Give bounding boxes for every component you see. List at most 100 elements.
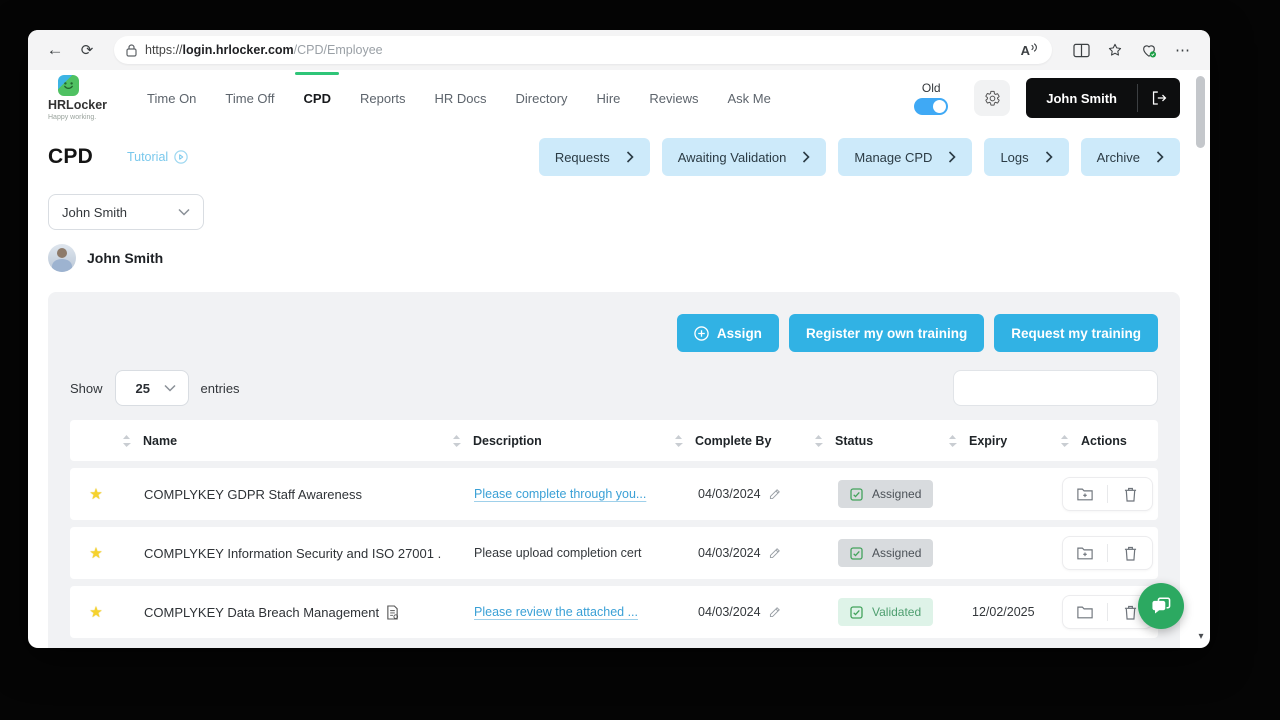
nav-item-reports[interactable]: Reports <box>360 91 406 106</box>
training-name: COMPLYKEY Data Breach Management <box>144 605 399 620</box>
chevron-down-icon <box>178 208 190 216</box>
read-aloud-icon[interactable]: A <box>1017 43 1042 58</box>
page-scrollbar[interactable]: ▾ <box>1195 74 1207 644</box>
archive-button[interactable]: Archive <box>1081 138 1180 176</box>
request-training-button[interactable]: Request my training <box>994 314 1158 352</box>
split-screen-icon[interactable] <box>1068 37 1094 63</box>
back-icon[interactable]: ← <box>42 37 68 63</box>
nav-item-directory[interactable]: Directory <box>516 91 568 106</box>
sort-icon[interactable] <box>814 435 823 447</box>
page-size-select[interactable]: 25 <box>115 370 189 406</box>
status-badge: Assigned <box>838 480 933 508</box>
chat-icon <box>1149 594 1173 618</box>
list-controls: Show 25 entries <box>70 370 1158 406</box>
edit-pencil-icon[interactable] <box>768 488 781 501</box>
browser-essentials-icon[interactable] <box>1136 37 1162 63</box>
add-to-folder-icon[interactable] <box>1063 536 1107 570</box>
nav-item-time-on[interactable]: Time On <box>147 91 196 106</box>
training-description-link[interactable]: Please review the attached ... <box>474 605 638 619</box>
attached-document-icon <box>386 605 399 620</box>
page-content: CPD Tutorial Requests Awaiting Validatio… <box>28 126 1210 648</box>
chevron-right-icon <box>626 151 634 163</box>
training-description-link[interactable]: Please complete through you... <box>474 487 646 501</box>
trash-icon[interactable] <box>1108 477 1152 511</box>
search-box <box>953 370 1158 406</box>
edit-pencil-icon[interactable] <box>768 606 781 619</box>
column-header-complete-by[interactable]: Complete By <box>695 434 771 448</box>
assign-button[interactable]: Assign <box>677 314 779 352</box>
complete-by-date: 04/03/2024 <box>698 605 761 619</box>
chat-widget-button[interactable] <box>1138 583 1184 629</box>
register-training-button[interactable]: Register my own training <box>789 314 984 352</box>
scroll-down-arrow-icon[interactable]: ▾ <box>1195 631 1207 642</box>
scrollbar-thumb[interactable] <box>1196 76 1205 148</box>
trash-icon[interactable] <box>1108 536 1152 570</box>
user-menu-button[interactable]: John Smith <box>1026 78 1180 118</box>
old-version-toggle[interactable] <box>914 98 948 115</box>
nav-item-ask-me[interactable]: Ask Me <box>728 91 771 106</box>
browser-window: ← ⟳ https://login.hrlocker.com/CPD/Emplo… <box>28 30 1210 648</box>
settings-button[interactable] <box>974 80 1010 116</box>
manage-cpd-button[interactable]: Manage CPD <box>838 138 972 176</box>
favorite-star-icon[interactable]: ★ <box>89 485 102 503</box>
requests-button[interactable]: Requests <box>539 138 650 176</box>
edit-pencil-icon[interactable] <box>768 547 781 560</box>
nav-item-cpd[interactable]: CPD <box>304 91 331 106</box>
logo-text: HRLocker <box>48 99 107 112</box>
add-to-folder-icon[interactable] <box>1063 477 1107 511</box>
training-name: COMPLYKEY Information Security and ISO 2… <box>144 546 441 561</box>
nav-item-hire[interactable]: Hire <box>597 91 621 106</box>
old-toggle-label: Old <box>922 81 941 95</box>
favorite-star-icon[interactable]: ★ <box>89 544 102 562</box>
nav-item-time-off[interactable]: Time Off <box>225 91 274 106</box>
quick-links: Requests Awaiting Validation Manage CPD … <box>539 138 1180 176</box>
sort-icon[interactable] <box>1060 435 1069 447</box>
sort-icon[interactable] <box>948 435 957 447</box>
chevron-right-icon <box>1156 151 1164 163</box>
old-version-toggle-group: Old <box>914 81 948 115</box>
training-name: COMPLYKEY GDPR Staff Awareness <box>144 487 362 502</box>
favorite-star-icon[interactable]: ★ <box>89 603 102 621</box>
favorites-icon[interactable] <box>1102 37 1128 63</box>
table-row: ★ COMPLYKEY Information Security and ISO… <box>70 527 1158 579</box>
sort-icon[interactable] <box>674 435 683 447</box>
column-header-name[interactable]: Name <box>143 434 177 448</box>
sort-icon[interactable] <box>452 435 461 447</box>
complete-by-date: 04/03/2024 <box>698 546 761 560</box>
sort-icon[interactable] <box>122 435 131 447</box>
browser-toolbar: ← ⟳ https://login.hrlocker.com/CPD/Emplo… <box>28 30 1210 70</box>
cpd-table: Name Description Complete By Status <box>70 420 1158 638</box>
awaiting-validation-button[interactable]: Awaiting Validation <box>662 138 827 176</box>
column-header-description[interactable]: Description <box>473 434 542 448</box>
hrlocker-logo: HRLocker Happy working. <box>48 75 107 121</box>
employee-name: John Smith <box>87 250 163 266</box>
status-badge: Validated <box>838 598 933 626</box>
logout-icon[interactable] <box>1138 78 1180 118</box>
nav-item-reviews[interactable]: Reviews <box>649 91 698 106</box>
refresh-icon[interactable]: ⟳ <box>74 37 100 63</box>
logo-tagline: Happy working. <box>48 114 107 121</box>
checkbox-icon <box>850 488 863 501</box>
nav-item-hr-docs[interactable]: HR Docs <box>435 91 487 106</box>
column-header-expiry[interactable]: Expiry <box>969 434 1007 448</box>
folder-icon[interactable] <box>1063 595 1107 629</box>
checkbox-icon <box>850 606 863 619</box>
logs-button[interactable]: Logs <box>984 138 1068 176</box>
toggle-knob <box>933 100 946 113</box>
employee-select[interactable]: John Smith <box>48 194 204 230</box>
more-menu-icon[interactable]: ⋯ <box>1170 37 1196 63</box>
search-input[interactable] <box>972 381 1148 396</box>
chevron-down-icon <box>164 384 176 392</box>
chevron-right-icon <box>1045 151 1053 163</box>
show-label: Show <box>70 381 103 396</box>
address-bar[interactable]: https://login.hrlocker.com/CPD/Employee … <box>114 36 1052 64</box>
chevron-right-icon <box>802 151 810 163</box>
column-header-status[interactable]: Status <box>835 434 873 448</box>
plus-circle-icon <box>694 326 709 341</box>
lock-icon <box>126 44 137 57</box>
column-header-actions: Actions <box>1081 434 1127 448</box>
tutorial-link[interactable]: Tutorial <box>127 150 188 164</box>
play-circle-icon <box>174 150 188 164</box>
page-header: CPD Tutorial Requests Awaiting Validatio… <box>28 126 1210 176</box>
gear-icon <box>984 90 1001 107</box>
